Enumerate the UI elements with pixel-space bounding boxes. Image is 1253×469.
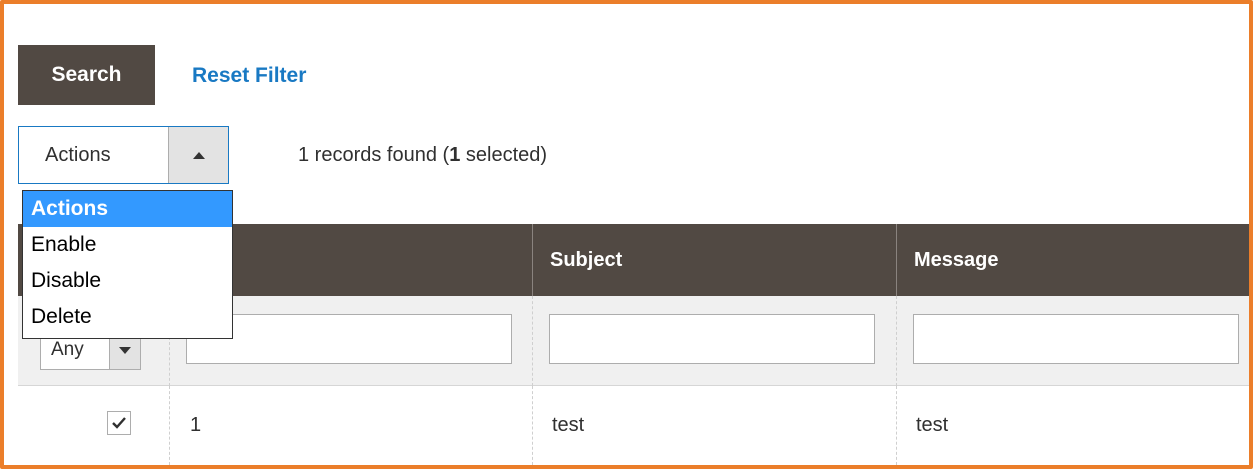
actions-option-enable[interactable]: Enable: [23, 227, 232, 263]
column-header-subject[interactable]: Subject: [532, 224, 896, 296]
records-count: 1: [298, 144, 310, 166]
cell-subject: test: [552, 414, 585, 436]
actions-select-toggle[interactable]: [168, 127, 228, 183]
subject-filter-input[interactable]: [549, 314, 875, 364]
actions-dropdown-list: Actions Enable Disable Delete: [22, 190, 233, 339]
records-text-before: records found (: [309, 144, 450, 166]
actions-select-value: Actions: [45, 143, 111, 166]
column-divider: [896, 386, 897, 465]
cell-id: 1: [190, 414, 202, 436]
table-row[interactable]: 1 test test: [18, 386, 1249, 465]
message-filter-input[interactable]: [913, 314, 1239, 364]
actions-option-delete[interactable]: Delete: [23, 299, 232, 335]
actions-option-actions[interactable]: Actions: [23, 191, 232, 227]
reset-filter-link[interactable]: Reset Filter: [192, 64, 306, 88]
id-filter-input[interactable]: [186, 314, 512, 364]
actions-option-disable[interactable]: Disable: [23, 263, 232, 299]
records-text-after: selected): [460, 144, 548, 166]
cell-message: test: [916, 414, 949, 436]
grid-panel: Search Reset Filter Actions 1 records fo…: [0, 0, 1253, 469]
column-divider: [896, 296, 897, 386]
chevron-up-icon: [192, 151, 205, 159]
selected-count: 1: [449, 144, 461, 166]
column-divider: [532, 386, 533, 465]
search-button[interactable]: Search: [18, 45, 155, 105]
actions-select[interactable]: Actions: [18, 126, 229, 184]
column-header-message[interactable]: Message: [896, 224, 1249, 296]
column-divider: [169, 386, 170, 465]
column-divider: [532, 296, 533, 386]
records-found-text: 1 records found (1 selected): [298, 144, 547, 167]
chevron-down-icon: [119, 346, 131, 354]
checkmark-icon: [112, 417, 126, 429]
row-checkbox[interactable]: [107, 411, 131, 435]
